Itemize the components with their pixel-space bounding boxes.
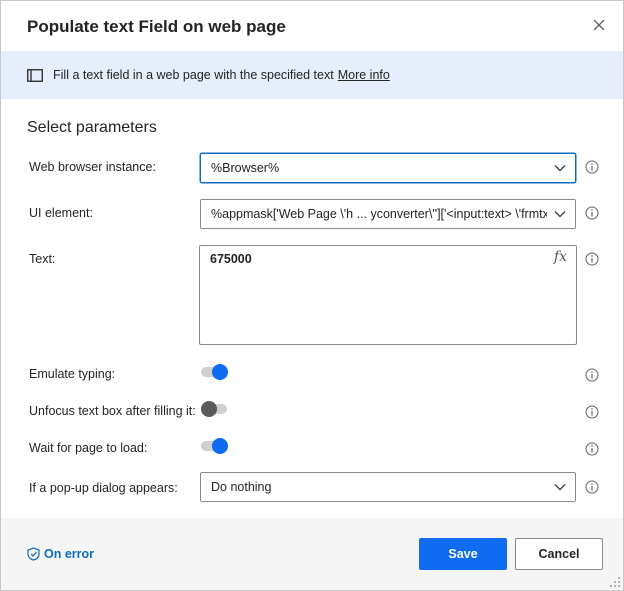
wait-load-label: Wait for page to load: [29,441,148,455]
dialog-footer: On error Save Cancel [1,518,623,590]
info-icon[interactable] [585,405,599,419]
info-icon[interactable] [585,368,599,382]
dialog-header: Populate text Field on web page [1,1,623,51]
toggle-knob [212,438,228,454]
more-info-link[interactable]: More info [338,68,390,82]
toggle-knob [212,364,228,380]
shield-icon [27,547,40,561]
cancel-button[interactable]: Cancel [515,538,603,570]
resize-grip-icon[interactable] [609,576,621,588]
chevron-down-icon [554,165,566,172]
info-icon[interactable] [585,206,599,220]
toggle-knob [201,401,217,417]
save-button[interactable]: Save [419,538,507,570]
emulate-typing-toggle[interactable] [201,364,229,380]
panel-icon [27,69,43,82]
unfocus-label: Unfocus text box after filling it: [29,404,196,418]
section-title: Select parameters [27,119,157,136]
browser-dropdown[interactable]: %Browser% [200,153,576,183]
on-error-button[interactable]: On error [27,547,94,561]
browser-value: %Browser% [211,161,280,175]
dialog-title: Populate text Field on web page [27,17,286,36]
info-bar: Fill a text field in a web page with the… [1,51,623,99]
info-text: Fill a text field in a web page with the… [53,68,334,82]
text-input[interactable]: 675000 fx [199,245,577,345]
popup-dropdown[interactable]: Do nothing [200,472,576,502]
popup-label: If a pop-up dialog appears: [29,481,178,495]
unfocus-toggle[interactable] [201,401,229,417]
info-icon[interactable] [585,252,599,266]
ui-element-dropdown[interactable]: %appmask['Web Page \'h ... yconverter\''… [200,199,576,229]
on-error-label: On error [44,547,95,561]
fx-icon[interactable]: fx [554,249,567,265]
popup-value: Do nothing [211,480,272,494]
emulate-typing-label: Emulate typing: [29,367,116,381]
close-icon [593,19,605,31]
info-icon[interactable] [585,480,599,494]
info-icon[interactable] [585,442,599,456]
text-value: 675000 [210,252,252,266]
dialog: Populate text Field on web page Fill a t… [0,0,624,591]
wait-load-toggle[interactable] [201,438,229,454]
close-button[interactable] [589,15,609,35]
browser-label: Web browser instance: [29,160,156,174]
chevron-down-icon [554,484,566,491]
chevron-down-icon [554,211,566,218]
info-icon[interactable] [585,160,599,174]
info-description: Fill a text field in a web page with the… [53,68,390,82]
text-label: Text: [29,252,56,266]
ui-element-label: UI element: [29,206,93,220]
ui-element-value: %appmask['Web Page \'h ... yconverter\''… [211,207,547,221]
